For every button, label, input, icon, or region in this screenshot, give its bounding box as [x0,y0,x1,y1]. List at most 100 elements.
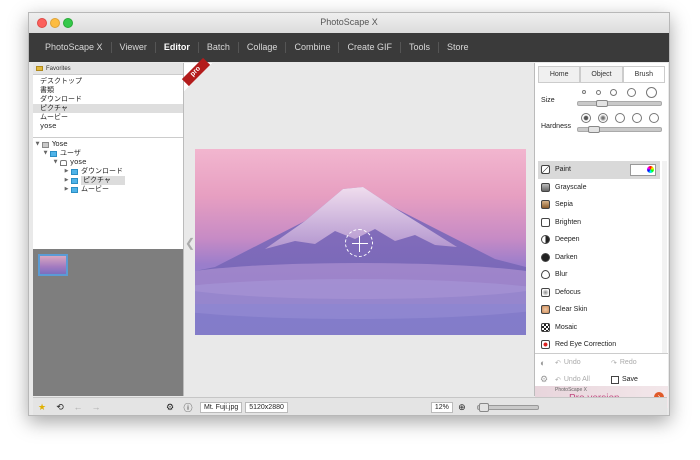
tree-row-downloads[interactable]: ▶ ダウンロード [33,167,183,176]
tree-label: yose [70,158,87,166]
tool-grayscale[interactable]: Grayscale [538,179,660,197]
color-swatch[interactable] [630,163,656,176]
edited-photo[interactable] [195,149,526,335]
hardness-slider[interactable] [577,126,662,133]
tool-list-scrollbar[interactable] [662,161,667,353]
size-slider-thumb[interactable] [596,100,609,107]
size-presets [577,86,662,98]
tool-mosaic[interactable]: Mosaic [538,319,660,337]
tool-label: Mosaic [555,323,578,331]
history-controls: ◐ ↶ Undo ↷ Redo ⚙ ↶ Undo All Save [535,353,668,388]
tree-row-pictures[interactable]: ▶ ピクチャ [33,176,183,185]
favorite-item[interactable]: 書類 [33,86,183,95]
expand-triangle-icon[interactable]: ▼ [41,149,50,158]
menu-create-gif[interactable]: Create GIF [339,42,401,53]
hardness-preset-dot[interactable] [631,113,642,123]
redo-label: Redo [619,359,637,366]
tool-defocus[interactable]: Defocus [538,284,660,302]
dimensions-field: 5120x2880 [245,401,288,413]
favorite-item[interactable]: デスクトップ [33,77,183,86]
size-preset-dot[interactable] [595,89,601,95]
tool-sepia[interactable]: Sepia [538,196,660,214]
expand-triangle-icon[interactable]: ▼ [33,140,42,149]
size-preset-dot[interactable] [610,88,618,96]
tree-row-movies[interactable]: ▶ ムービー [33,185,183,194]
menu-combine[interactable]: Combine [286,42,340,53]
tab-home[interactable]: Home [538,66,581,82]
tool-darken[interactable]: Darken [538,249,660,267]
menu-photoscape-x[interactable]: PhotoScape X [37,42,112,53]
settings-gear-icon[interactable]: ⚙ [540,374,550,385]
compare-icon[interactable]: ◐ [540,358,550,368]
tree-row-yose-home[interactable]: ▼ yose [33,158,183,167]
defocus-icon [541,287,550,297]
tab-brush[interactable]: Brush [622,66,665,82]
tool-label: Deepen [555,236,580,244]
zoom-field[interactable]: 12% [430,401,453,413]
menu-viewer[interactable]: Viewer [112,42,156,53]
favorite-item-selected[interactable]: ピクチャ [33,104,183,113]
undo-button[interactable]: ↶ Undo [555,359,611,367]
settings-icon[interactable]: ⚙ [165,402,175,413]
size-preset-dot[interactable] [581,90,586,94]
menu-store[interactable]: Store [439,42,477,53]
zoom-slider[interactable] [476,402,539,412]
undo-all-label: Undo All [563,376,590,383]
hardness-preset-dot[interactable] [648,113,659,123]
hardness-label: Hardness [541,123,571,130]
expand-triangle-icon[interactable]: ▼ [51,158,60,167]
hardness-preset-dot[interactable] [614,113,625,123]
tool-label: Darken [555,253,578,261]
hardness-preset-dot[interactable] [580,113,591,123]
menu-tools[interactable]: Tools [401,42,440,53]
menu-editor[interactable]: Editor [156,42,199,53]
hardness-control: Hardness [539,112,664,133]
info-icon[interactable]: ⓘ [183,401,193,414]
menu-batch[interactable]: Batch [199,42,239,53]
tab-object[interactable]: Object [580,66,623,82]
tree-label: ダウンロード [81,167,123,175]
favorites-label: Favorites [46,65,71,72]
undo-all-button[interactable]: ↶ Undo All [555,376,611,384]
folder-tree: ▼ Yose ▼ ユーザ ▼ yose ▶ ダウンロード ▶ ピクチャ ▶ ムー… [33,138,183,253]
redo-button[interactable]: ↷ Redo [611,359,637,367]
zoom-slider-thumb[interactable] [478,402,489,412]
back-arrow-icon[interactable]: ← [73,402,83,412]
folder-icon [71,168,78,175]
zoom-magnifier-icon[interactable]: ⊕ [457,402,467,413]
tool-red-eye-correction[interactable]: Red Eye Correction [538,336,660,353]
favorite-item[interactable]: ダウンロード [33,95,183,104]
hardness-presets [577,112,662,124]
sync-icon[interactable]: ⟲ [55,402,65,413]
menu-collage[interactable]: Collage [239,42,287,53]
hardness-preset-dot[interactable] [597,113,608,123]
folder-icon [71,186,78,193]
tool-blur[interactable]: Blur [538,266,660,284]
collapse-left-panel-icon[interactable]: ❮ [185,236,195,250]
forward-arrow-icon[interactable]: → [91,402,101,412]
tree-row-yose-disk[interactable]: ▼ Yose [33,140,183,149]
tool-label: Clear Skin [555,306,588,314]
file-browser-panel: Favorites デスクトップ 書類 ダウンロード ピクチャ ムービー yos… [33,63,184,396]
hardness-slider-thumb[interactable] [587,126,600,133]
save-label: Save [622,376,638,383]
size-slider[interactable] [577,100,662,107]
tool-paint[interactable]: Paint [538,161,660,179]
size-preset-dot[interactable] [627,87,637,97]
tree-row-users[interactable]: ▼ ユーザ [33,149,183,158]
favorites-folder-icon [36,66,43,71]
star-icon[interactable]: ★ [37,402,47,413]
favorites-header: Favorites [33,63,183,75]
collapsed-triangle-icon[interactable]: ▶ [62,185,71,194]
size-control: Size [539,86,664,107]
size-preset-dot[interactable] [646,86,658,98]
tool-deepen[interactable]: Deepen [538,231,660,249]
photo-thumbnail[interactable] [38,254,68,276]
collapsed-triangle-icon[interactable]: ▶ [62,167,71,176]
favorite-item[interactable]: ムービー [33,113,183,122]
favorite-item[interactable]: yose [33,122,183,131]
tool-clear-skin[interactable]: Clear Skin [538,301,660,319]
save-button[interactable]: Save [611,375,638,384]
tool-brighten[interactable]: Brighten [538,214,660,232]
collapsed-triangle-icon[interactable]: ▶ [62,176,71,185]
